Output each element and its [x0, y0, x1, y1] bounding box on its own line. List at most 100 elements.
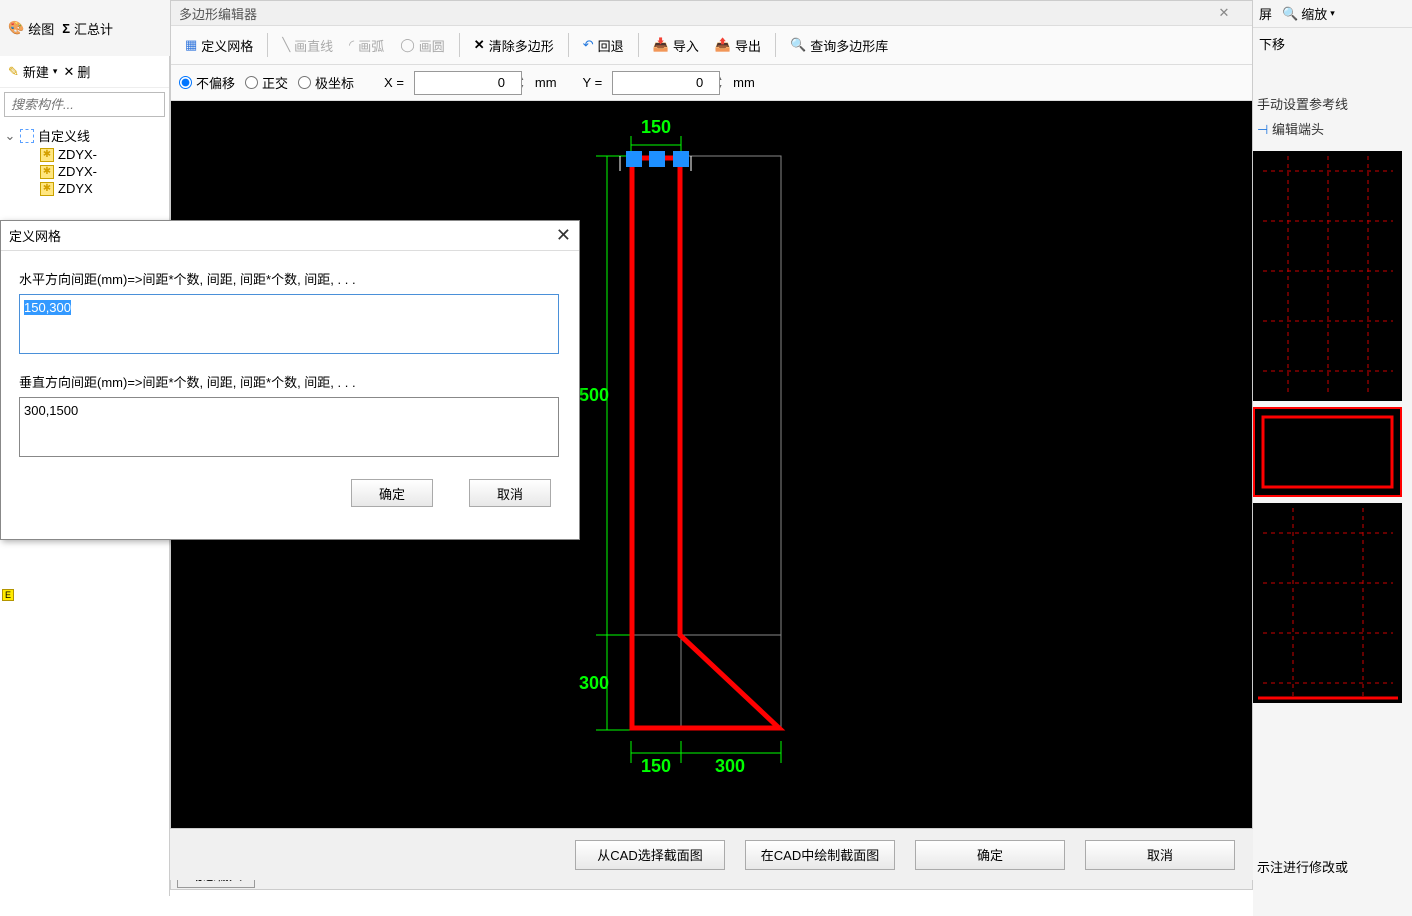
move-down-button[interactable]: 下移 [1259, 37, 1285, 52]
toolbar-separator [459, 33, 460, 57]
tree-root-label: 自定义线 [38, 126, 90, 145]
zoom-button[interactable]: 🔍 缩放 ▾ [1282, 4, 1335, 23]
export-icon: 📤 [715, 37, 731, 53]
horizontal-spacing-value: 150,300 [24, 300, 71, 315]
nooffset-radio[interactable]: 不偏移 [179, 73, 235, 92]
y-unit: mm [733, 75, 755, 90]
from-cad-button[interactable]: 从CAD选择截面图 [575, 840, 725, 870]
define-grid-button[interactable]: ▦ 定义网格 [179, 32, 259, 59]
arc-icon: ◜ [349, 37, 354, 53]
draw-label: 绘图 [28, 19, 54, 38]
delete-label: 删 [77, 62, 90, 81]
draw-arc-button[interactable]: ◜ 画弧 [343, 32, 390, 59]
edit-end-label: 编辑端头 [1272, 122, 1324, 137]
editor-close-button[interactable]: ✕ [1204, 5, 1244, 21]
vertical-spacing-input[interactable]: 300,1500 [19, 397, 559, 457]
palette-icon: 🎨 [8, 20, 24, 36]
dialog-close-button[interactable]: ✕ [556, 225, 571, 246]
define-grid-dialog: 定义网格 ✕ 水平方向间距(mm)=>间距*个数, 间距, 间距*个数, 间距,… [0, 220, 580, 540]
edit-end-button[interactable]: ⊣ 编辑端头 [1257, 116, 1408, 141]
clear-polygon-button[interactable]: ✕ 清除多边形 [468, 32, 560, 59]
undo-icon: ↶ [583, 37, 594, 53]
draw-button[interactable]: 🎨 绘图 [8, 19, 54, 38]
clear-polygon-label: 清除多边形 [489, 36, 554, 55]
annotation-hint: 示注进行修改或 [1257, 857, 1348, 876]
nooffset-label: 不偏移 [196, 73, 235, 92]
new-label: 新建 [23, 62, 49, 81]
dim-left-lower: 300 [579, 673, 609, 694]
new-icon: ✎ [8, 64, 19, 80]
zoom-icon: 🔍 [1282, 6, 1298, 22]
component-search-input[interactable] [4, 92, 165, 117]
shape-preview-3[interactable] [1253, 503, 1402, 703]
export-button[interactable]: 📤 导出 [709, 32, 767, 59]
endpoint-icon: ⊣ [1257, 122, 1268, 137]
editor-title: 多边形编辑器 [179, 4, 257, 23]
tree-item-label: ZDYX- [58, 147, 97, 162]
vertical-spacing-value: 300,1500 [24, 403, 78, 418]
to-cad-button[interactable]: 在CAD中绘制截面图 [745, 840, 895, 870]
selection-handle[interactable] [626, 151, 642, 167]
polar-label: 极坐标 [315, 73, 354, 92]
x-input[interactable] [414, 71, 522, 95]
selection-handle[interactable] [649, 151, 665, 167]
editor-ok-button[interactable]: 确定 [915, 840, 1065, 870]
x-label: X = [384, 75, 404, 90]
tree-root-row[interactable]: ⌄ 自定义线 [4, 125, 169, 146]
fullscreen-button[interactable]: 屏 [1259, 4, 1272, 23]
selection-handle[interactable] [673, 151, 689, 167]
tree-item-label: ZDYX [58, 181, 93, 196]
close-icon: ✕ [63, 64, 74, 80]
dim-bottom-right: 300 [715, 756, 745, 777]
tree-item[interactable]: ✱ ZDYX [4, 180, 169, 197]
toolbar-separator [267, 33, 268, 57]
sigma-icon: Σ [62, 21, 70, 36]
define-grid-label: 定义网格 [201, 36, 253, 55]
import-button[interactable]: 📥 导入 [647, 32, 705, 59]
undo-button[interactable]: ↶ 回退 [577, 32, 630, 59]
editor-bottom-bar: 从CAD选择截面图 在CAD中绘制截面图 确定 取消 [170, 828, 1253, 880]
draw-line-button[interactable]: ╲ 画直线 [276, 32, 339, 59]
dialog-cancel-button[interactable]: 取消 [469, 479, 551, 507]
editor-toolbar: ▦ 定义网格 ╲ 画直线 ◜ 画弧 ◯ 画圆 ✕ 清除多边形 ↶ 回退 📥 导入 [171, 25, 1252, 65]
delete-button[interactable]: ✕ 删 [63, 62, 90, 81]
chevron-down-icon: ▾ [1330, 8, 1335, 19]
shape-preview-1[interactable] [1253, 151, 1402, 401]
draw-circle-label: 画圆 [419, 36, 445, 55]
import-label: 导入 [673, 36, 699, 55]
draw-line-label: 画直线 [294, 36, 333, 55]
polar-radio[interactable]: 极坐标 [298, 73, 354, 92]
grid-icon: ▦ [185, 37, 197, 53]
yellow-tag: E [2, 586, 14, 601]
toolbar-separator [638, 33, 639, 57]
fullscreen-label: 屏 [1259, 4, 1272, 23]
summary-button[interactable]: Σ 汇总计 [62, 19, 113, 38]
ortho-radio[interactable]: 正交 [245, 73, 288, 92]
undo-label: 回退 [598, 36, 624, 55]
horizontal-spacing-label: 水平方向间距(mm)=>间距*个数, 间距, 间距*个数, 间距, . . . [19, 269, 561, 288]
tree-item[interactable]: ✱ ZDYX- [4, 146, 169, 163]
manual-ref-button[interactable]: 手动设置参考线 [1257, 91, 1408, 116]
new-button[interactable]: ✎ 新建 ▾ [8, 62, 57, 81]
dialog-ok-button[interactable]: 确定 [351, 479, 433, 507]
y-input[interactable] [612, 71, 720, 95]
dim-top: 150 [641, 117, 671, 138]
export-label: 导出 [735, 36, 761, 55]
draw-circle-button[interactable]: ◯ 画圆 [394, 32, 451, 59]
tree-item[interactable]: ✱ ZDYX- [4, 163, 169, 180]
dim-left-upper: 500 [579, 385, 609, 406]
polygon-icon [20, 129, 34, 143]
coordinate-bar: 不偏移 正交 极坐标 X = ▲▼ mm Y = ▲▼ mm [171, 65, 1252, 101]
horizontal-spacing-input[interactable]: 150,300 [19, 294, 559, 354]
close-icon: ✕ [474, 37, 485, 53]
gear-icon: ✱ [40, 148, 54, 162]
toolbar-separator [775, 33, 776, 57]
collapse-icon[interactable]: ⌄ [4, 128, 16, 144]
line-icon: ╲ [282, 37, 290, 53]
editor-cancel-button[interactable]: 取消 [1085, 840, 1235, 870]
search-icon: 🔍 [790, 37, 806, 53]
query-polygon-lib-button[interactable]: 🔍 查询多边形库 [784, 32, 894, 59]
draw-arc-label: 画弧 [358, 36, 384, 55]
chevron-down-icon: ▾ [53, 66, 58, 77]
shape-preview-2[interactable] [1253, 407, 1402, 497]
